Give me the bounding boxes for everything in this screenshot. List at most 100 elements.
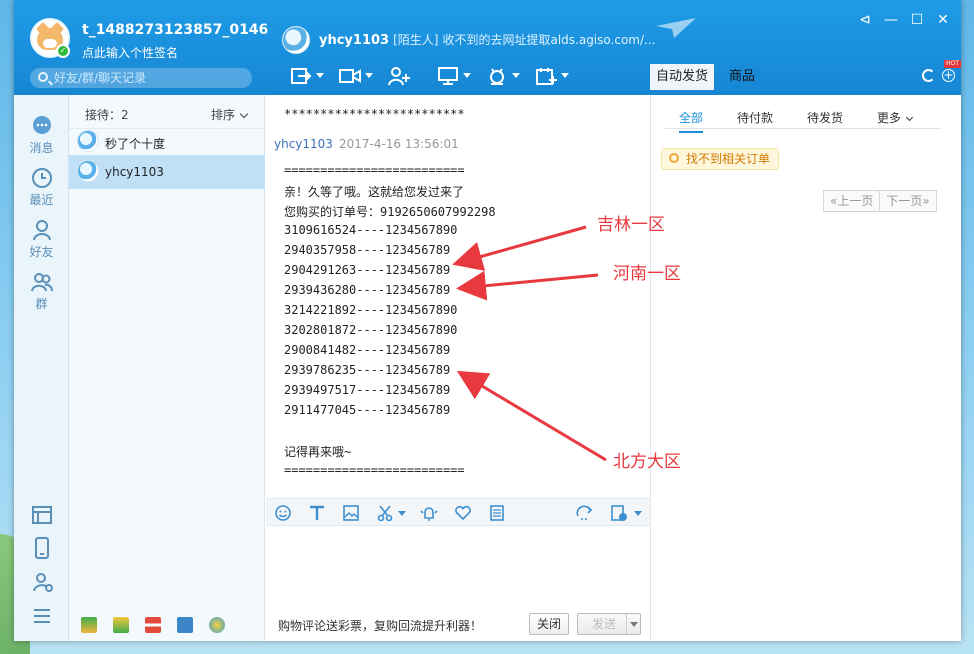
annotation-label-henan: 河南一区 xyxy=(613,264,681,284)
window-controls: ⊲ — ☐ ✕ xyxy=(857,12,951,28)
gift-plugin-icon[interactable] xyxy=(113,617,129,633)
tab-more[interactable]: 更多 xyxy=(877,109,914,126)
pin-icon[interactable]: ⊲ xyxy=(857,12,873,28)
emoji-icon[interactable] xyxy=(274,504,292,522)
orders-panel: 全部 待付款 待发货 更多 找不到相关订单 «上一页 下一页» xyxy=(650,95,961,641)
screen-share-button[interactable] xyxy=(429,62,478,90)
message-input[interactable] xyxy=(266,527,650,607)
close-window-button[interactable]: ✕ xyxy=(935,12,951,28)
order-tabs: 全部 待付款 待发货 更多 xyxy=(665,103,941,133)
add-plugin-icon[interactable]: + xyxy=(942,69,955,82)
sidebar-item-label: 消息 xyxy=(29,141,54,155)
menu-icon[interactable] xyxy=(32,607,52,625)
font-icon[interactable] xyxy=(308,504,326,522)
message-time: 2017-4-16 13:56:01 xyxy=(338,137,459,151)
sidebar-item-label: 群 xyxy=(35,297,48,311)
quick-reply-icon[interactable] xyxy=(576,504,594,522)
message-icon xyxy=(32,116,51,134)
search-icon xyxy=(38,72,48,82)
add-contact-button[interactable] xyxy=(380,62,429,90)
sidebar-item-messages[interactable]: 消息 xyxy=(14,115,69,156)
signature-input[interactable]: 点此输入个性签名 xyxy=(82,44,178,61)
message-line: 2900841482----123456789 xyxy=(284,343,451,357)
contact-avatar[interactable] xyxy=(282,26,310,54)
search-placeholder: 好友/群/聊天记录 xyxy=(54,71,147,85)
minimize-button[interactable]: — xyxy=(883,12,899,28)
next-page-button[interactable]: 下一页» xyxy=(880,190,937,212)
message-line: 3214221892----1234567890 xyxy=(284,303,458,317)
chevron-down-icon xyxy=(239,109,249,119)
contact-avatar xyxy=(77,130,99,152)
send-button[interactable]: 发送 xyxy=(577,613,641,635)
schedule-button[interactable] xyxy=(527,62,576,90)
refresh-icon[interactable] xyxy=(922,69,935,82)
sidebar-item-label: 好友 xyxy=(29,245,54,259)
sidebar-item-friends[interactable]: 好友 xyxy=(14,219,69,260)
notice-text: 找不到相关订单 xyxy=(686,152,771,166)
chat-title: yhcy1103 [陌生人] 收不到的去网址提取alds.agiso.com/... xyxy=(319,31,655,48)
search-input[interactable]: 好友/群/聊天记录 xyxy=(30,68,252,88)
send-options-dropdown[interactable] xyxy=(626,614,640,634)
message-line: 记得再来哦~ xyxy=(284,445,352,459)
paper-plane-icon xyxy=(656,18,696,38)
sidebar-item-label: 最近 xyxy=(29,193,54,207)
list-item[interactable]: 秒了个十度 xyxy=(69,125,265,159)
tab-pending-shipment[interactable]: 待发货 xyxy=(807,109,843,126)
screen-icon xyxy=(438,67,458,85)
plugin-bar xyxy=(69,607,265,641)
tab-pending-payment[interactable]: 待付款 xyxy=(737,109,773,126)
menu-plugin-icon[interactable] xyxy=(177,617,193,633)
tab-auto-ship[interactable]: 自动发货 xyxy=(650,64,714,90)
contact-name: 秒了个十度 xyxy=(105,137,166,151)
chevron-down-icon[interactable] xyxy=(634,511,642,516)
user-settings-icon[interactable] xyxy=(32,571,54,593)
sidebar-item-groups[interactable]: 群 xyxy=(14,271,69,312)
sort-dropdown[interactable]: 排序 xyxy=(211,106,249,123)
image-icon[interactable] xyxy=(342,504,360,522)
message-line: 2904291263----123456789 xyxy=(284,263,451,277)
message-line: 2939436280----123456789 xyxy=(284,283,451,297)
message-line: 2939497517----123456789 xyxy=(284,383,451,397)
browser-icon[interactable] xyxy=(31,505,53,525)
video-call-button[interactable] xyxy=(331,62,380,90)
heart-icon[interactable] xyxy=(454,504,472,522)
list-item[interactable]: yhcy1103 xyxy=(69,155,265,189)
remote-assist-button[interactable] xyxy=(478,62,527,90)
window-header: ✓ t_1488273123857_0146 点此输入个性签名 好友/群/聊天记… xyxy=(14,0,961,95)
no-orders-notice: 找不到相关订单 xyxy=(661,148,780,170)
close-button[interactable]: 关闭 xyxy=(529,613,569,635)
annotation-label-north: 北方大区 xyxy=(613,452,681,472)
sort-label: 排序 xyxy=(211,108,236,122)
user-name: t_1488273123857_0146 xyxy=(82,22,269,38)
input-toolbar xyxy=(266,498,650,526)
message-line: 2939786235----123456789 xyxy=(284,363,451,377)
contact-list: 接待：2 排序 秒了个十度 yhcy1103 xyxy=(69,95,265,641)
message-sender[interactable]: yhcy1103 xyxy=(274,137,333,151)
sidebar-item-recent[interactable]: 最近 xyxy=(14,167,69,208)
history-icon[interactable] xyxy=(610,504,628,522)
calculator-icon[interactable] xyxy=(488,504,506,522)
clock-icon xyxy=(31,168,52,188)
calendar-add-icon xyxy=(536,68,557,85)
transfer-file-button[interactable] xyxy=(282,62,331,90)
chevron-down-icon[interactable] xyxy=(398,511,406,516)
video-icon xyxy=(339,69,361,83)
shake-icon[interactable] xyxy=(420,504,438,522)
maximize-button[interactable]: ☐ xyxy=(909,12,925,28)
contact-tag: [陌生人] xyxy=(393,33,439,47)
message-header: yhcy1103 2017-4-16 13:56:01 xyxy=(274,137,459,151)
tab-all[interactable]: 全部 xyxy=(679,109,704,133)
phone-icon[interactable] xyxy=(33,537,51,559)
tab-more-label: 更多 xyxy=(877,111,902,125)
send-label: 发送 xyxy=(592,617,617,631)
shop-plugin-icon[interactable] xyxy=(81,617,97,633)
chat-plugin-icon[interactable] xyxy=(209,617,225,633)
add-user-icon xyxy=(388,67,410,86)
promo-text[interactable]: 购物评论送彩票，复购回流提升利器！ xyxy=(278,617,482,634)
message-line: ************************* xyxy=(284,107,465,121)
scissors-icon[interactable] xyxy=(376,504,394,522)
store-plugin-icon[interactable] xyxy=(145,617,161,633)
prev-page-button[interactable]: «上一页 xyxy=(823,190,881,212)
tab-goods[interactable]: 商品 xyxy=(720,64,764,90)
bulb-icon xyxy=(669,153,679,163)
